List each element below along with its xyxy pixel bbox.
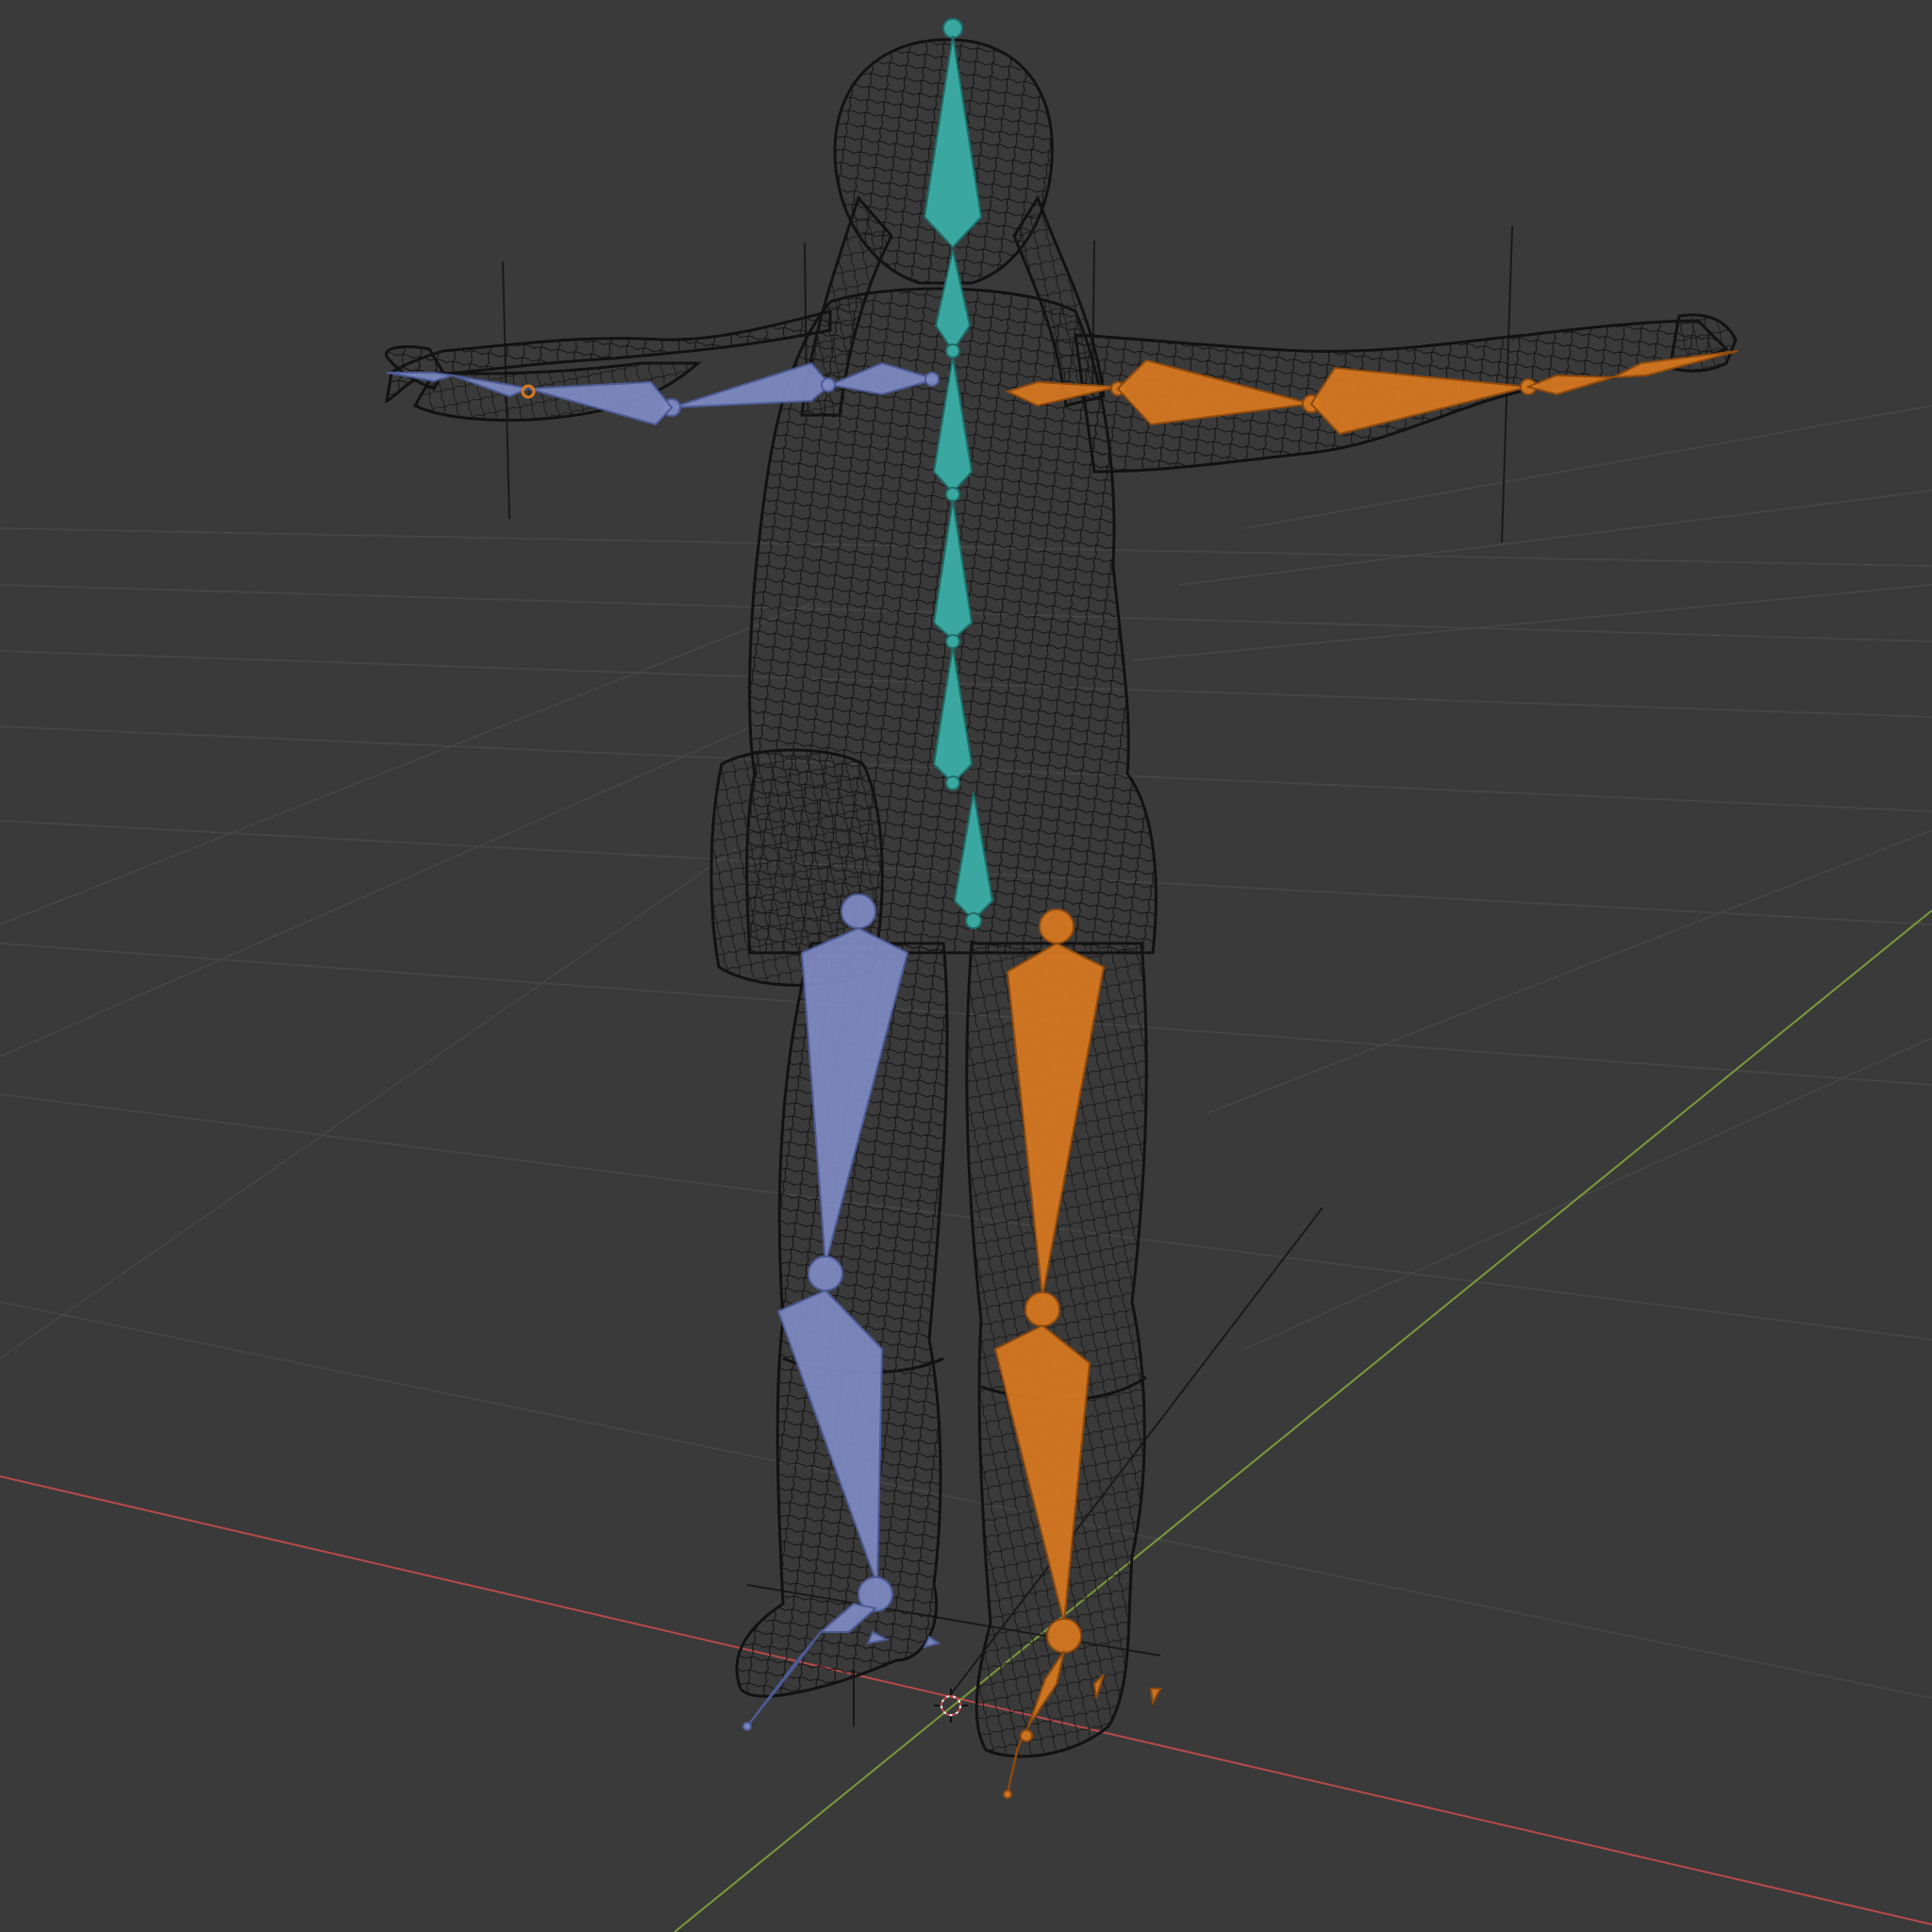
bone-left-knee	[808, 1256, 843, 1291]
viewport-canvas[interactable]	[0, 0, 1932, 1932]
bone-head-tip	[942, 18, 963, 39]
bone-left-thigh-head	[841, 893, 876, 929]
x-axis-line	[0, 1475, 1932, 1925]
bone-left-upper-arm	[671, 361, 832, 408]
3d-viewport[interactable]	[0, 0, 1932, 1932]
bone-right-ankle	[1046, 1618, 1082, 1654]
bone-right-thigh-head	[1039, 908, 1074, 944]
bone-right-knee	[1024, 1291, 1060, 1327]
